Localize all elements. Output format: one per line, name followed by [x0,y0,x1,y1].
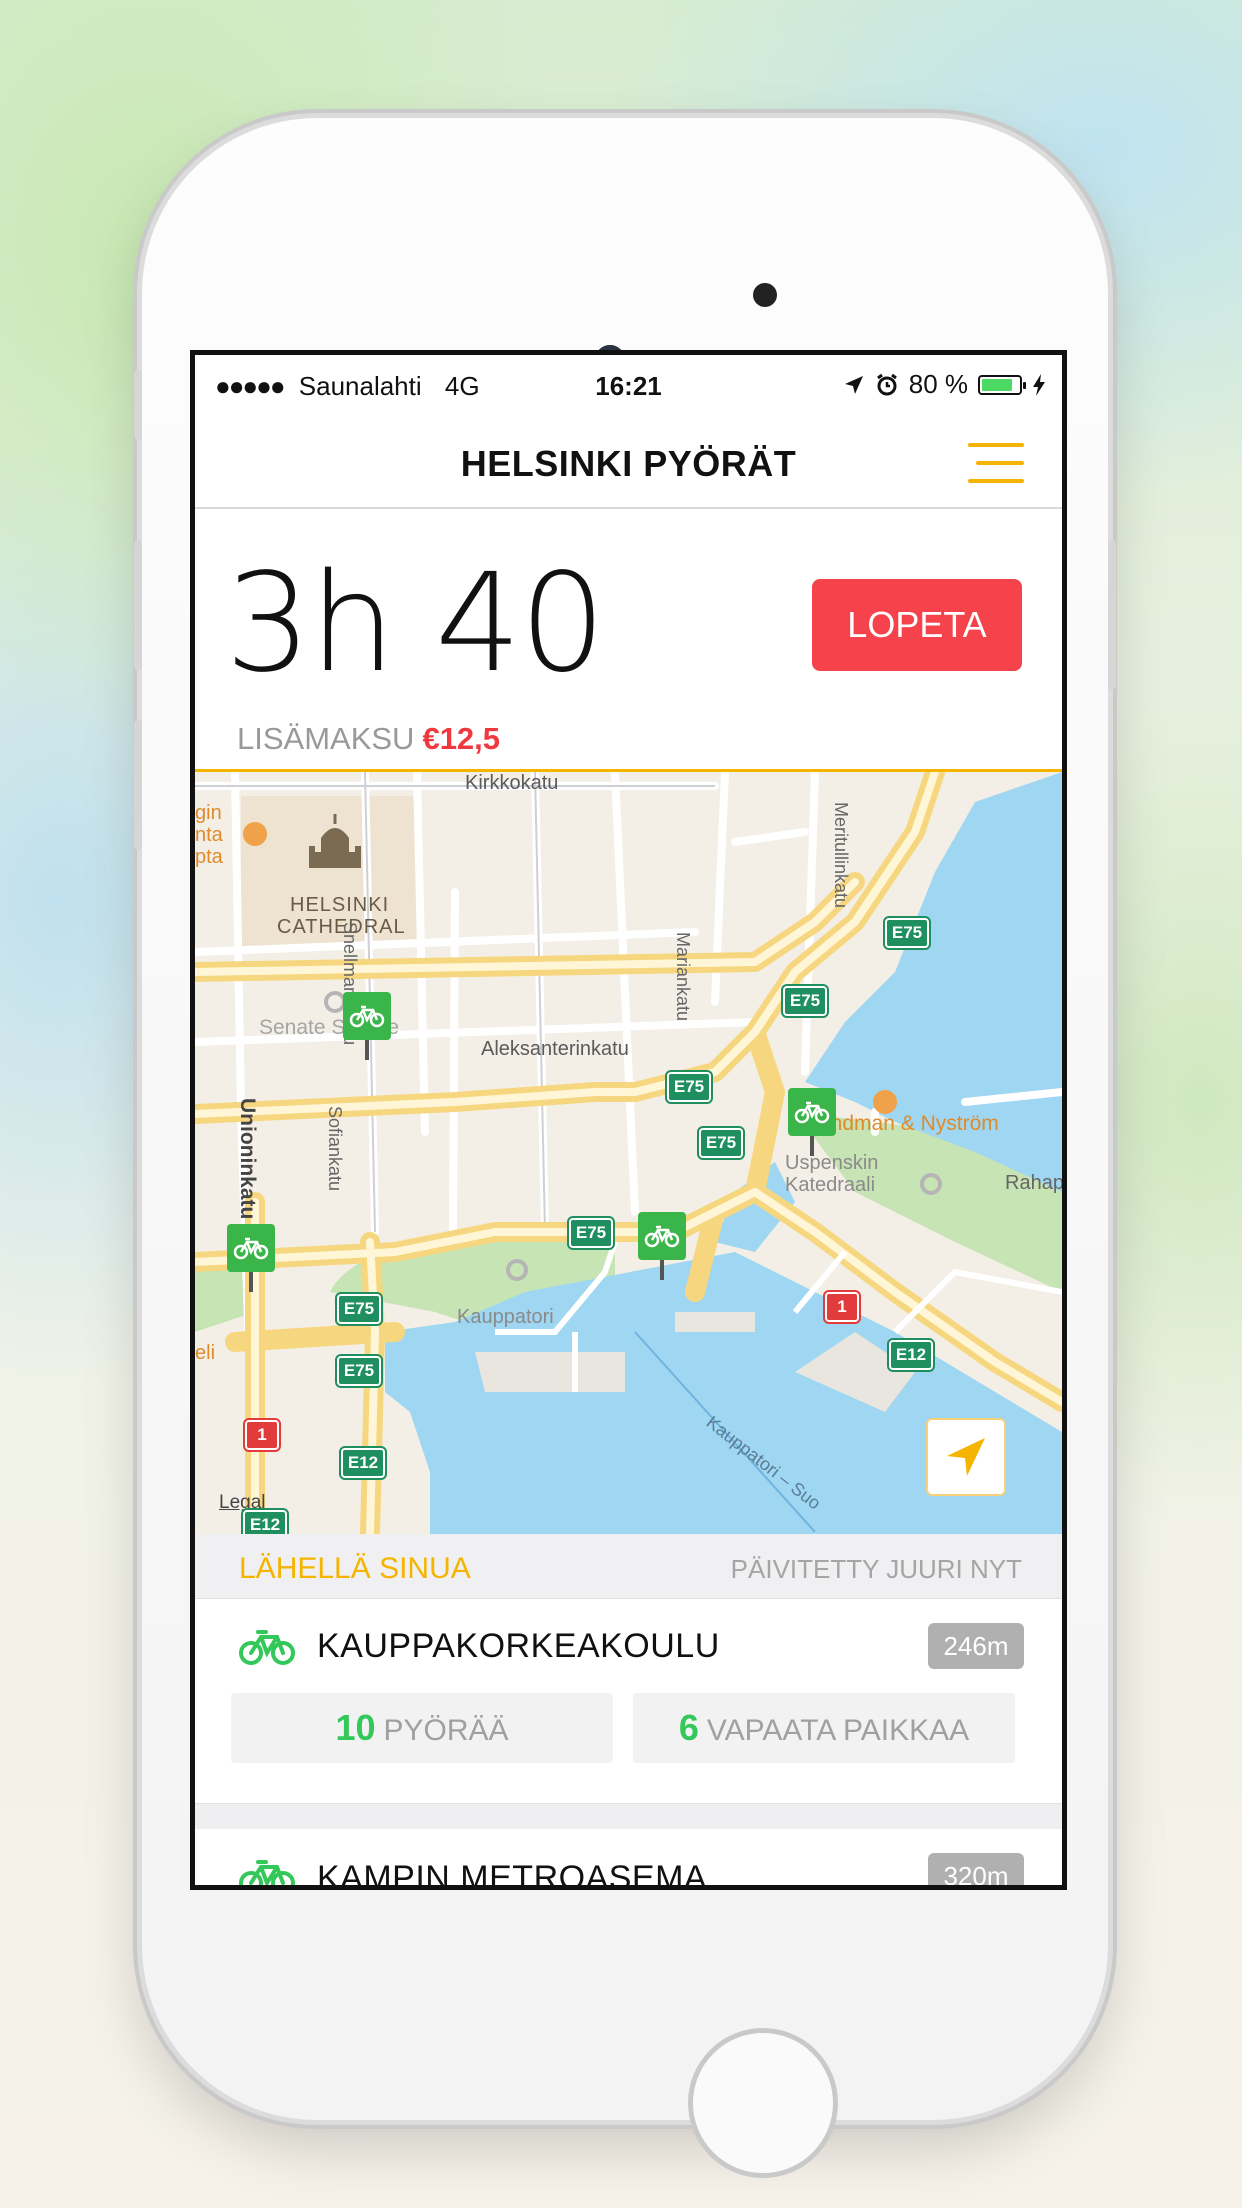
station-name: KAUPPAKORKEAKOULU [317,1627,720,1665]
nearby-title: LÄHELLÄ SINUA [239,1552,471,1585]
free-count: 6 [678,1707,699,1748]
map-label-sofiankatu: Sofiankatu [325,1106,345,1192]
mute-switch [134,370,142,440]
extra-fee: LISÄMAKSU €12,5 [237,721,500,757]
power-button [1108,540,1116,690]
bike-station-pin[interactable] [638,1212,686,1280]
map-label-rahap: Rahap [1005,1172,1062,1194]
app-screen: ●●●●● Saunalahti 4G 16:21 80 % HELSINKI … [190,350,1067,1890]
station-name: KAMPIN METROASEMA [317,1859,708,1890]
route-shield-e12: E12 [887,1338,935,1372]
route-shield-e75: E75 [781,984,829,1018]
bicycle-icon [239,1630,295,1665]
fee-label: LISÄMAKSU [237,721,415,756]
station-distance-badge: 320m [928,1853,1024,1885]
bike-station-pin[interactable] [343,992,391,1060]
map-label-kauppatori-suo: Kauppatori – Suo [702,1412,825,1514]
volume-up-button [134,540,142,670]
map-label-mariankatu: Mariankatu [673,932,693,1022]
status-bar: ●●●●● Saunalahti 4G 16:21 80 % [195,355,1062,417]
map-label-kirkkokatu: Kirkkokatu [465,772,559,794]
battery-percent: 80 % [908,369,968,399]
list-separator [195,1803,1062,1831]
ride-elapsed-time: 3h 40 [225,545,606,703]
nav-bar: HELSINKI PYÖRÄT [195,417,1062,509]
locate-me-button[interactable] [926,1418,1006,1496]
volume-down-button [134,720,142,850]
map-label-unioninkatu: Unioninkatu [236,1098,259,1220]
bicycle-icon [349,1005,385,1028]
location-arrow-icon [947,1438,985,1476]
map-label-kauppatori: Kauppatori [457,1306,554,1328]
map-label-left-3: pta [195,846,223,868]
map-label-cathedral-1: HELSINKI [290,894,390,916]
route-shield-e75: E75 [665,1070,713,1104]
route-shield-e12: E12 [339,1446,387,1480]
bike-station-pin[interactable] [227,1224,275,1292]
bicycle-icon [233,1237,269,1260]
map-label-uspenskin-2: Katedraali [785,1174,876,1196]
free-slots: 6 VAPAATA PAIKKAA [633,1693,1015,1763]
proximity-sensor [753,283,777,307]
route-shield-1: 1 [823,1290,861,1324]
map-label-meritullinkatu: Meritullinkatu [831,802,851,909]
hamburger-menu-icon[interactable] [968,443,1024,485]
city-map[interactable]: Kirkkokatu gin nta pta HELSINKI CATHEDRA… [195,769,1062,1537]
route-shield-e75: E75 [567,1216,615,1250]
fee-amount: €12,5 [422,721,501,756]
home-button[interactable] [688,2028,838,2178]
route-shield-e75: E75 [335,1354,383,1388]
map-label-left-2: nta [195,824,223,846]
route-shield-1: 1 [243,1418,281,1452]
battery-icon [978,374,1026,395]
charging-bolt-icon [1033,373,1045,396]
route-shield-e75: E75 [697,1126,745,1160]
map-label-aleksanterinkatu: Aleksanterinkatu [481,1038,629,1060]
station-card[interactable]: KAUPPAKORKEAKOULU 246m 10 PYÖRÄÄ 6 VAPAATA… [195,1599,1062,1803]
bicycle-icon [794,1101,830,1124]
bike-station-pin[interactable] [788,1088,836,1156]
map-label-left-1: gin [195,802,222,824]
station-distance-badge: 246m [928,1623,1024,1669]
route-shield-e75: E75 [335,1292,383,1326]
bikes-label: PYÖRÄÄ [383,1714,509,1747]
app-title: HELSINKI PYÖRÄT [460,443,797,484]
bikes-count: 10 [335,1707,376,1748]
bikes-available: 10 PYÖRÄÄ [231,1693,613,1763]
bicycle-icon [644,1225,680,1248]
route-shield-e12: E12 [241,1508,289,1534]
alarm-icon [876,373,897,395]
map-label-left-4: eli [195,1342,216,1364]
location-services-icon [844,375,863,394]
free-label: VAPAATA PAIKKAA [706,1714,970,1747]
nearby-updated: PÄIVITETTY JUURI NYT [730,1554,1022,1584]
nearby-header: LÄHELLÄ SINUA PÄIVITETTY JUURI NYT [195,1534,1062,1599]
stop-ride-button[interactable]: LOPETA [812,579,1022,671]
station-card[interactable]: KAMPIN METROASEMA 320m [195,1829,1062,1890]
ride-panel: 3h 40 LOPETA LISÄMAKSU €12,5 [195,509,1062,771]
route-shield-e75: E75 [883,916,931,950]
bicycle-icon [239,1860,295,1885]
